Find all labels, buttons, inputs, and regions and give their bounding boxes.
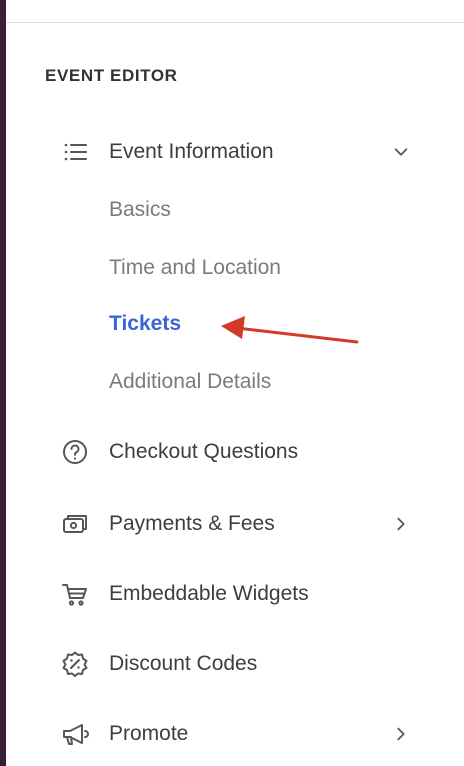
cart-icon (60, 579, 90, 609)
window-left-edge (0, 0, 6, 766)
percent-badge-icon (60, 649, 90, 679)
chevron-right-icon[interactable] (388, 721, 414, 747)
megaphone-icon (60, 719, 90, 749)
question-circle-icon (60, 437, 90, 467)
subitem-time-and-location[interactable]: Time and Location (109, 256, 281, 280)
sidebar-item-event-information[interactable]: Event Information (40, 130, 440, 174)
sidebar-item-discount-codes[interactable]: Discount Codes (40, 642, 440, 686)
sidebar-item-label: Discount Codes (109, 652, 258, 675)
chevron-right-icon[interactable] (388, 511, 414, 537)
sidebar-item-payments-fees[interactable]: Payments & Fees (40, 502, 440, 546)
sidebar-item-label: Event Information (109, 140, 274, 163)
sidebar-item-label: Promote (109, 722, 189, 745)
sidebar-item-embeddable-widgets[interactable]: Embeddable Widgets (40, 572, 440, 616)
section-title: EVENT EDITOR (45, 66, 178, 85)
subitem-tickets[interactable]: Tickets (109, 312, 181, 336)
sidebar-item-checkout-questions[interactable]: Checkout Questions (40, 430, 440, 474)
sidebar-item-promote[interactable]: Promote (40, 712, 440, 756)
money-icon (60, 509, 90, 539)
sidebar-item-label: Checkout Questions (109, 440, 299, 463)
subitem-basics[interactable]: Basics (109, 198, 171, 222)
top-divider (6, 22, 464, 23)
chevron-down-icon[interactable] (388, 139, 414, 165)
annotation-arrow-icon (221, 316, 359, 344)
subitem-additional-details[interactable]: Additional Details (109, 370, 271, 394)
sidebar-item-label: Embeddable Widgets (109, 582, 309, 605)
list-icon (60, 137, 90, 167)
sidebar-item-label: Payments & Fees (109, 512, 275, 535)
